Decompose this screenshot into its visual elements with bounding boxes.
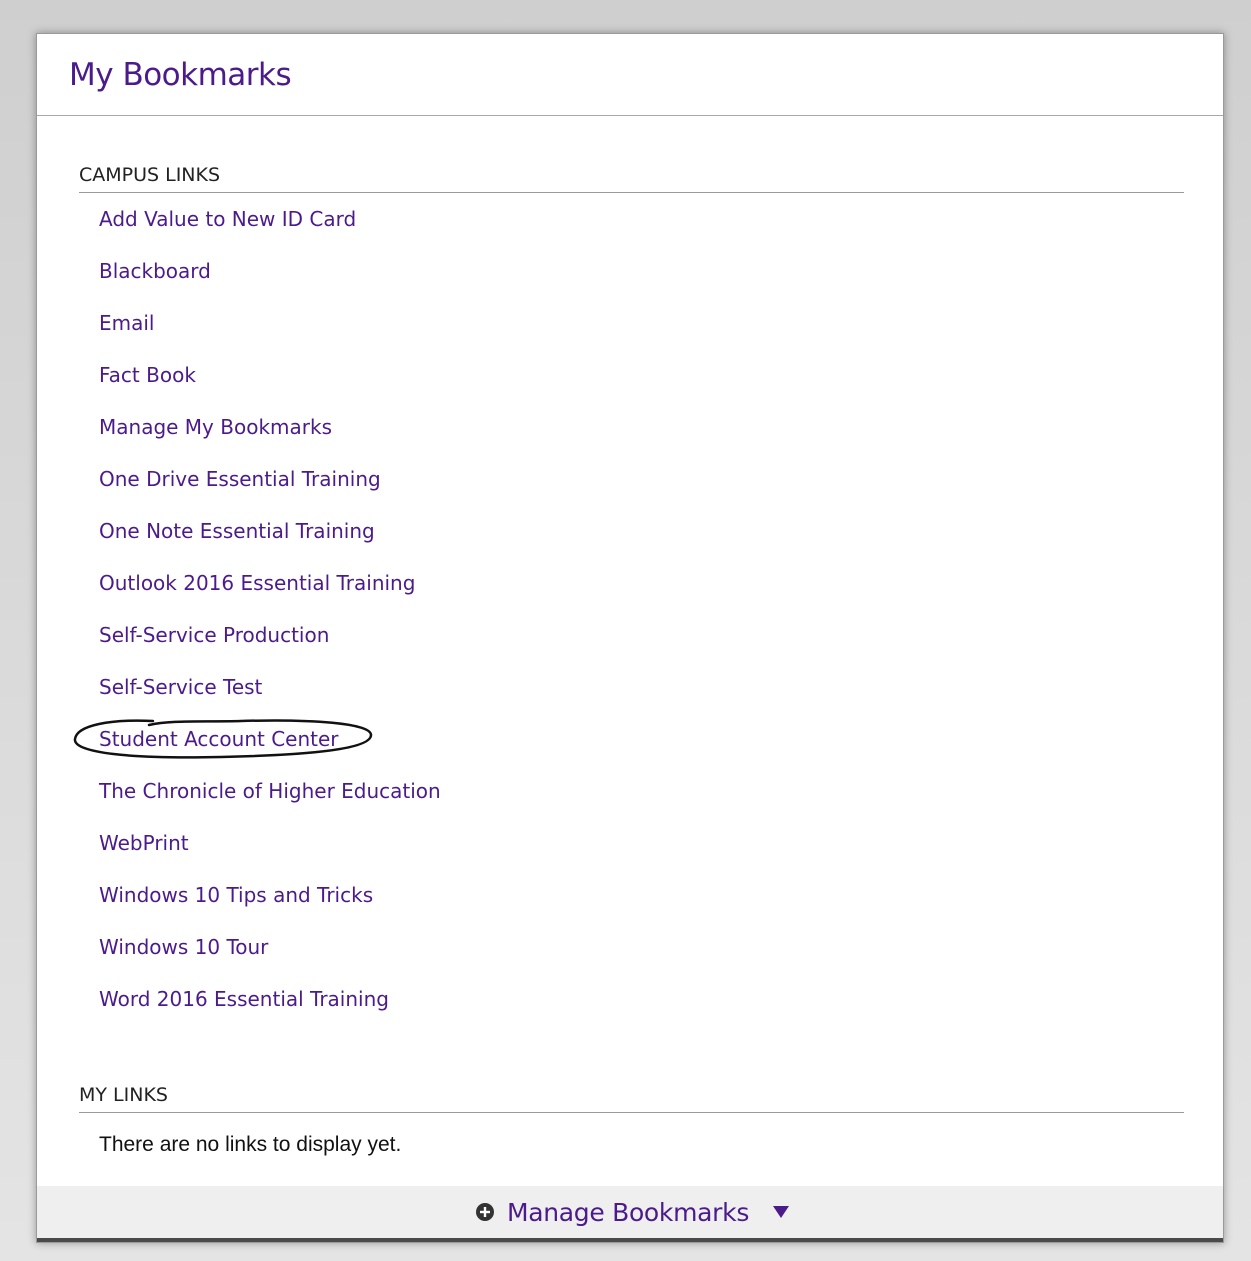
- my-links-empty-message: There are no links to display yet.: [99, 1133, 402, 1156]
- manage-bookmarks-button[interactable]: Manage Bookmarks: [469, 1198, 791, 1227]
- bookmark-link-windows-tour[interactable]: Windows 10 Tour: [99, 935, 268, 959]
- caret-down-icon[interactable]: [771, 1204, 791, 1220]
- my-links-section: MY LINKS There are no links to display y…: [79, 1084, 1184, 1157]
- list-item: Add Value to New ID Card: [79, 193, 1184, 245]
- campus-links-section: CAMPUS LINKS Add Value to New ID Card Bl…: [73, 164, 1184, 1025]
- list-item: Student Account Center: [73, 713, 1184, 765]
- bookmark-link-fact-book[interactable]: Fact Book: [99, 363, 196, 387]
- bookmarks-panel: My Bookmarks CAMPUS LINKS Add Value to N…: [36, 33, 1224, 1243]
- campus-links-heading: CAMPUS LINKS: [79, 164, 1184, 193]
- list-item: Windows 10 Tips and Tricks: [79, 869, 1184, 921]
- bookmark-link-outlook-training[interactable]: Outlook 2016 Essential Training: [99, 571, 415, 595]
- bookmark-link-one-note-training[interactable]: One Note Essential Training: [99, 519, 375, 543]
- my-links-heading: MY LINKS: [79, 1084, 1184, 1113]
- list-item: One Drive Essential Training: [79, 453, 1184, 505]
- list-item: Email: [79, 297, 1184, 349]
- bookmark-link-manage-my-bookmarks[interactable]: Manage My Bookmarks: [99, 415, 332, 439]
- panel-footer: Manage Bookmarks: [37, 1186, 1223, 1242]
- list-item: Blackboard: [79, 245, 1184, 297]
- bookmark-link-webprint[interactable]: WebPrint: [99, 831, 189, 855]
- bookmark-link-email[interactable]: Email: [99, 311, 155, 335]
- list-item: Self-Service Production: [79, 609, 1184, 661]
- bookmark-link-windows-tips[interactable]: Windows 10 Tips and Tricks: [99, 883, 373, 907]
- bookmark-link-one-drive-training[interactable]: One Drive Essential Training: [99, 467, 381, 491]
- bookmark-link-blackboard[interactable]: Blackboard: [99, 259, 211, 283]
- bookmark-link-chronicle-higher-ed[interactable]: The Chronicle of Higher Education: [99, 779, 441, 803]
- bookmark-link-add-value-id-card[interactable]: Add Value to New ID Card: [99, 207, 356, 231]
- panel-title: My Bookmarks: [69, 56, 292, 93]
- list-item: Self-Service Test: [79, 661, 1184, 713]
- list-item: Outlook 2016 Essential Training: [79, 557, 1184, 609]
- bookmark-link-self-service-test[interactable]: Self-Service Test: [99, 675, 262, 699]
- panel-header: My Bookmarks: [37, 34, 1223, 116]
- list-item: WebPrint: [79, 817, 1184, 869]
- screenshot-stage: My Bookmarks CAMPUS LINKS Add Value to N…: [0, 0, 1251, 1261]
- bookmark-link-student-account-center[interactable]: Student Account Center: [99, 727, 339, 751]
- bookmark-link-word-training[interactable]: Word 2016 Essential Training: [99, 987, 389, 1011]
- list-item: Word 2016 Essential Training: [79, 973, 1184, 1025]
- list-item: One Note Essential Training: [79, 505, 1184, 557]
- plus-circle-icon: [475, 1202, 495, 1222]
- campus-links-list: Add Value to New ID Card Blackboard Emai…: [73, 193, 1184, 1025]
- list-item: The Chronicle of Higher Education: [79, 765, 1184, 817]
- manage-bookmarks-label: Manage Bookmarks: [506, 1197, 750, 1227]
- list-item: Windows 10 Tour: [79, 921, 1184, 973]
- list-item: Fact Book: [79, 349, 1184, 401]
- bookmark-link-self-service-production[interactable]: Self-Service Production: [99, 623, 329, 647]
- list-item: Manage My Bookmarks: [79, 401, 1184, 453]
